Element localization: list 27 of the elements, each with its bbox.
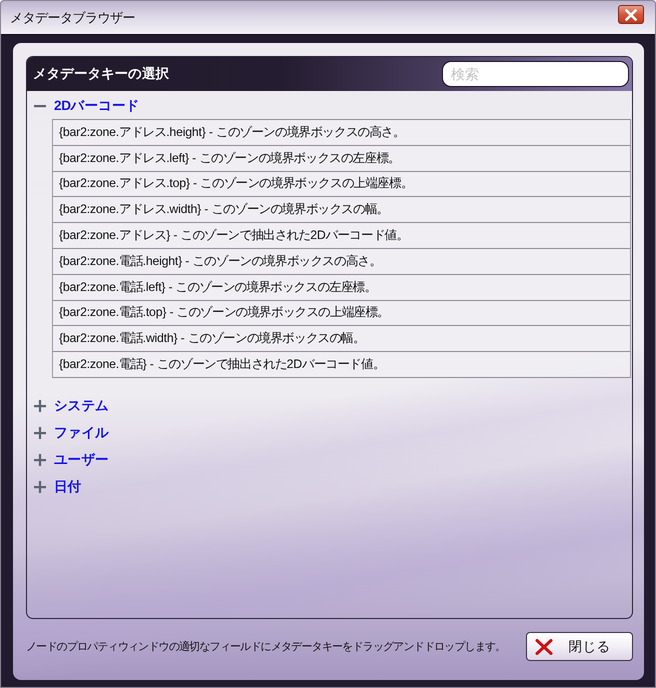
tree-node[interactable]: 日付 xyxy=(54,478,82,496)
hint-text: ノードのプロパティウィンドウの適切なフィールドにメタデータキーをドラッグアンドドロップします。 xyxy=(26,640,506,654)
metadata-key-row[interactable]: {bar2:zone.アドレス.left} - このゾーンの境界ボックスの左座標。 xyxy=(52,146,631,172)
metadata-key-row[interactable]: {bar2:zone.電話} - このゾーンで抽出された2Dバーコード値。 xyxy=(52,352,631,378)
metadata-key-row[interactable]: {bar2:zone.アドレス.height} - このゾーンの境界ボックスの高さ。 xyxy=(52,120,631,146)
close-icon xyxy=(625,8,637,20)
metadata-key-row[interactable]: {bar2:zone.電話.width} - このゾーンの境界ボックスの幅。 xyxy=(52,326,631,352)
plus-icon[interactable] xyxy=(34,454,46,466)
metadata-key-row[interactable]: {bar2:zone.アドレス.width} - このゾーンの境界ボックスの幅。 xyxy=(52,197,631,224)
window-close-button[interactable] xyxy=(618,5,644,24)
window-title: メタデータブラウザー xyxy=(10,8,135,26)
tree-node[interactable]: システム xyxy=(54,397,109,416)
tree-node[interactable]: 2Dバーコード xyxy=(54,97,140,115)
close-icon xyxy=(535,638,553,654)
close-button[interactable]: 閉じる xyxy=(526,632,633,661)
plus-icon[interactable] xyxy=(34,481,46,494)
metadata-key-row[interactable]: {bar2:zone.電話.left} - このゾーンの境界ボックスの左座標。 xyxy=(52,274,631,301)
plus-icon[interactable] xyxy=(34,427,46,440)
metadata-key-row[interactable]: {bar2:zone.電話.height} - このゾーンの境界ボックスの高さ。 xyxy=(52,248,631,275)
metadata-key-row[interactable]: {bar2:zone.アドレス} - このゾーンで抽出された2Dバーコード値。 xyxy=(52,223,631,249)
metadata-key-row[interactable]: {bar2:zone.アドレス.top} - このゾーンの境界ボックスの上端座標。 xyxy=(52,172,631,198)
tree-node[interactable]: ユーザー xyxy=(54,451,109,470)
tree-node[interactable]: ファイル xyxy=(54,424,109,442)
search-field[interactable]: 検索 xyxy=(442,61,629,87)
metadata-key-row[interactable]: {bar2:zone.電話.top} - このゾーンの境界ボックスの上端座標。 xyxy=(52,300,631,326)
plus-icon[interactable] xyxy=(34,400,46,412)
group-title: メタデータキーの選択 xyxy=(33,65,170,83)
